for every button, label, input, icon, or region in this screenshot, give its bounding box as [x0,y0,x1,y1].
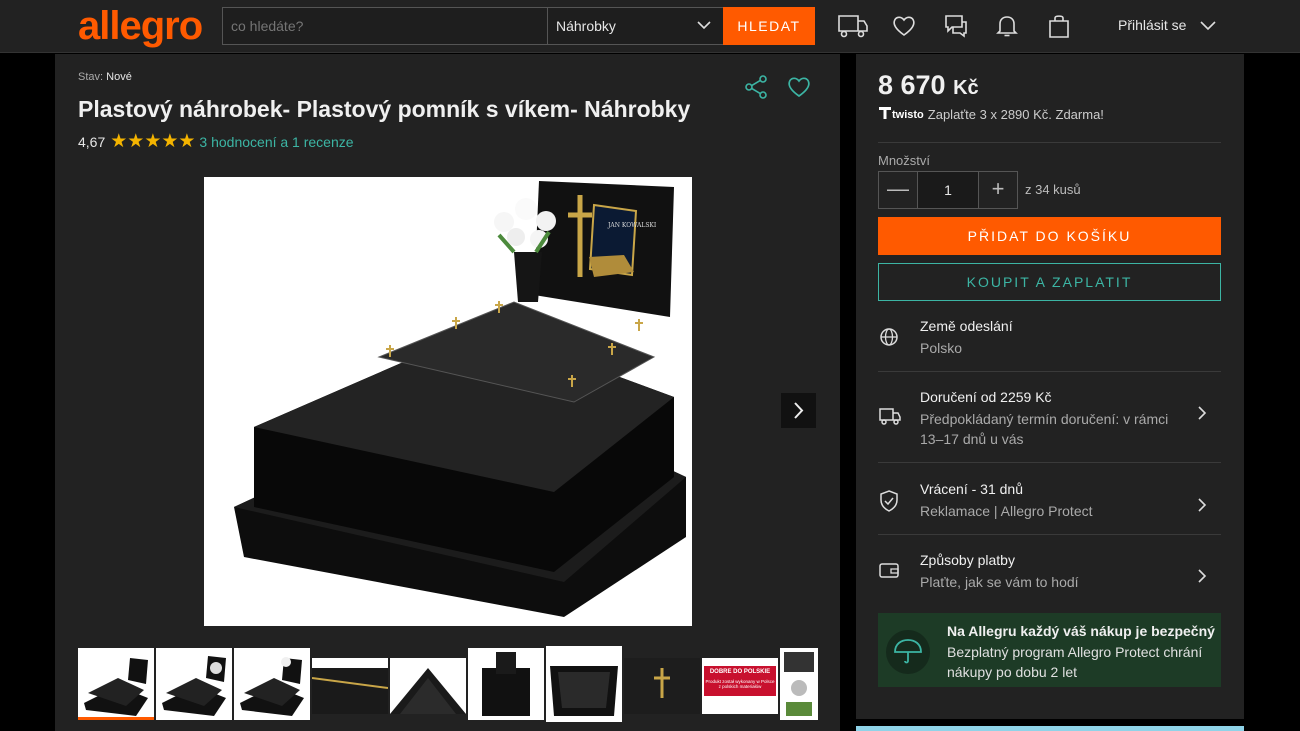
twisto-offer: twisto Zaplaťte 3 x 2890 Kč. Zdarma! [878,106,1104,123]
thumbnail[interactable] [390,658,466,714]
search-input[interactable] [223,8,547,44]
condition: Stav: Nové [78,71,132,83]
plaque-inscription-line: JAN KOWALSKI [607,222,657,229]
product-title: Plastový náhrobek- Plastový pomník s vík… [78,96,691,122]
protect-title: Na Allegru každý váš nákup je bezpečný [947,623,1215,639]
thumbnail-badge-title: DOBRE DO POLSKIE [709,669,771,675]
shield-check-icon [878,489,900,518]
globe-icon [878,326,900,353]
quantity-label: Množství [878,153,931,168]
chevron-down-icon [695,16,713,37]
twisto-icon [878,106,892,123]
info-title: Země odeslání [920,318,1013,334]
allegro-protect-banner: Na Allegru každý váš nákup je bezpečný B… [878,613,1221,687]
divider [878,371,1221,372]
thumbnail-badge: DOBRE DO POLSKIE Produkt został wykonany… [704,666,776,696]
thumbnail[interactable] [546,646,622,722]
rating-value: 4,67 [78,133,106,150]
category-select-label: Náhrobky [556,18,616,34]
info-title: Vrácení - 31 dnů [920,481,1023,497]
thumbnail[interactable] [468,648,544,720]
add-to-cart-button[interactable]: PŘIDAT DO KOŠÍKU [878,217,1221,255]
thumbnail[interactable] [780,648,818,720]
condition-value: Nové [106,71,132,83]
chevron-right-icon [1195,405,1209,426]
banner-strip [856,726,1244,731]
chevron-down-icon[interactable] [1198,15,1218,40]
payment-methods-row[interactable]: Způsoby platby Plaťte, jak se vám to hod… [878,552,1221,602]
umbrella-icon [886,630,930,674]
reviews-link[interactable]: 3 hodnocení a 1 recenze [199,134,353,150]
top-header: allegro Náhrobky HLEDAT Přihlásit se [0,0,1300,53]
allegro-logo[interactable]: allegro [78,4,203,49]
returns-row[interactable]: Vrácení - 31 dnů Reklamace | Allegro Pro… [878,481,1221,531]
plaque-inscription: JAN KOWALSKI [607,222,657,229]
quantity-available: z 34 kusů [1025,182,1081,197]
info-title: Způsoby platby [920,552,1015,568]
truck-icon [878,405,902,432]
heart-icon[interactable] [786,74,812,105]
product-main-image[interactable]: JAN KOWALSKI [204,177,692,626]
quantity-decrease-button[interactable]: — [879,172,918,208]
quantity-input[interactable]: 1 [918,172,978,208]
quantity-increase-button[interactable]: + [978,172,1017,208]
quantity-stepper: — 1 + [878,171,1018,209]
price: 8 670 Kč [878,70,979,101]
rating: 4,67 ★★★★★ 3 hodnocení a 1 recenze [78,130,354,153]
price-value: 8 670 [878,70,946,100]
info-title: Doručení od 2259 Kč [920,389,1052,405]
thumbnail[interactable] [234,648,310,720]
chevron-right-icon [1195,497,1209,518]
shopping-bag-icon[interactable] [1045,12,1073,40]
next-image-button[interactable] [781,393,816,428]
purchase-panel: 8 670 Kč twisto Zaplaťte 3 x 2890 Kč. Zd… [856,54,1244,719]
thumbnail-badge-text: Produkt został wykonany w Polsce z polsk… [705,679,775,689]
info-subtitle: Polsko [920,340,963,356]
twisto-logo: twisto [892,108,924,121]
rating-stars: ★★★★★ [110,131,196,152]
thumbnail[interactable] [78,648,154,720]
protect-subtitle: Bezplatný program Allegro Protect chrání… [947,644,1203,680]
shipping-origin-row: Země odeslání Polsko [878,318,1221,368]
cart-truck-icon[interactable] [836,12,868,40]
divider [878,142,1221,143]
login-link[interactable]: Přihlásit se [1118,17,1186,33]
thumbnail[interactable]: DOBRE DO POLSKIE Produkt został wykonany… [702,658,778,714]
divider [878,534,1221,535]
divider [878,462,1221,463]
chevron-right-icon [1195,568,1209,589]
condition-label: Stav: [78,71,104,83]
info-subtitle: Plaťte, jak se vám to hodí [920,574,1079,590]
thumbnail[interactable] [624,658,700,714]
messages-icon[interactable] [942,12,970,40]
thumbnail-strip: DOBRE DO POLSKIE Produkt został wykonany… [78,646,818,724]
buy-now-button[interactable]: KOUPIT A ZAPLATIT [878,263,1221,301]
search-button[interactable]: HLEDAT [723,7,815,45]
share-icon[interactable] [743,74,769,105]
search-bar: Náhrobky HLEDAT [222,7,815,45]
bell-icon[interactable] [993,12,1021,40]
twisto-text: Zaplaťte 3 x 2890 Kč. Zdarma! [927,107,1104,122]
info-subtitle: Reklamace | Allegro Protect [920,503,1093,519]
thumbnail[interactable] [312,658,388,714]
category-select[interactable]: Náhrobky [547,8,723,44]
wallet-icon [878,560,900,585]
product-panel: Stav: Nové Plastový náhrobek- Plastový p… [55,54,840,731]
thumbnail[interactable] [156,648,232,720]
heart-icon[interactable] [890,12,918,40]
delivery-row[interactable]: Doručení od 2259 Kč Předpokládaný termín… [878,389,1221,459]
info-subtitle: Předpokládaný termín doručení: v rámci 1… [920,411,1169,447]
price-currency: Kč [953,77,979,99]
